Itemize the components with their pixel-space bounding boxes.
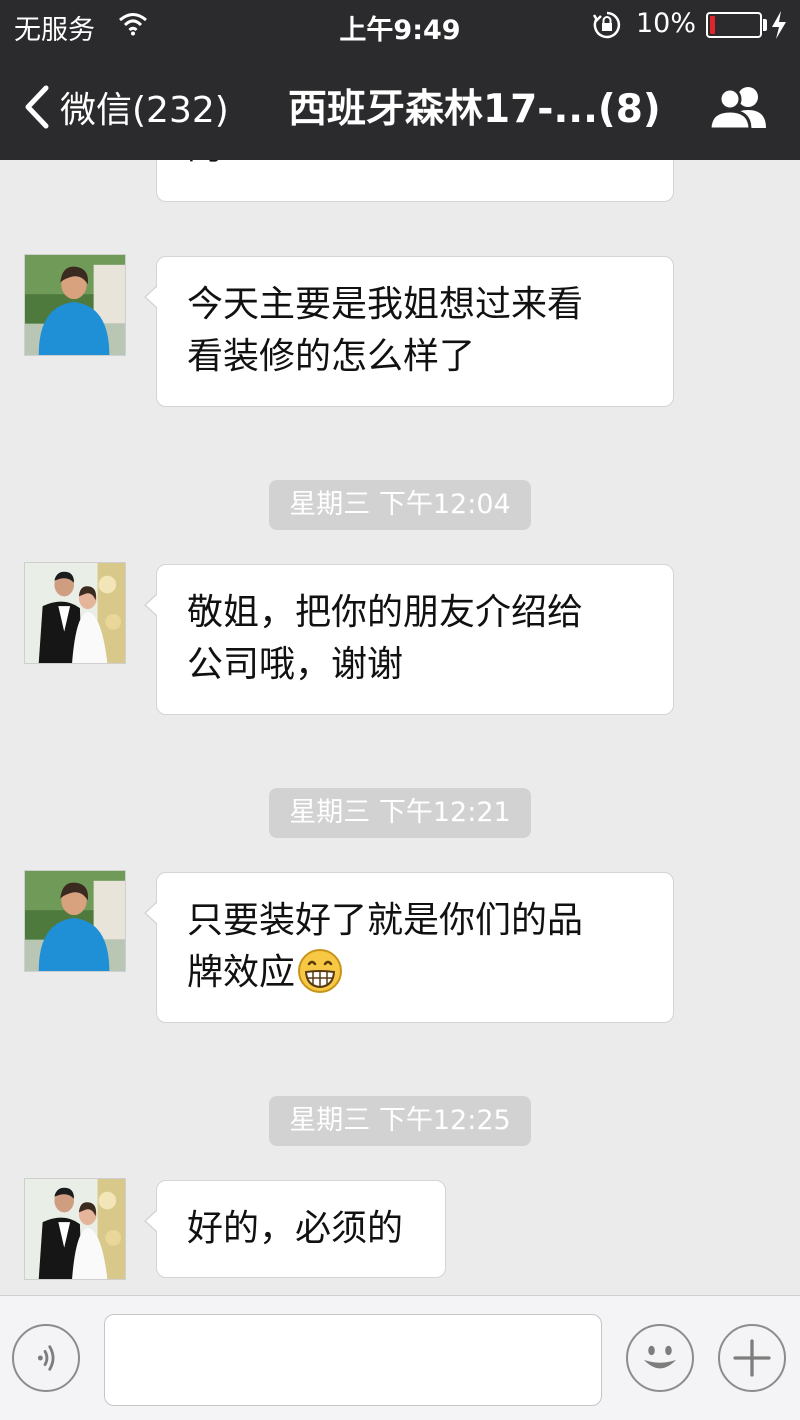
grinning-face-icon — [297, 948, 343, 994]
avatar[interactable] — [24, 1178, 126, 1280]
input-bar — [0, 1295, 800, 1420]
back-label: 微信(232) — [60, 90, 229, 131]
message-input[interactable] — [104, 1314, 602, 1406]
chevron-left-icon — [25, 85, 49, 129]
nav-bar: 微信(232) 西班牙森林17-...(8) — [0, 52, 800, 160]
message-bubble[interactable]: 好的，必须的 — [144, 1180, 446, 1278]
avatar[interactable] — [24, 562, 126, 664]
message-text-line: 敬姐，把你的朋友介绍给 — [187, 592, 584, 633]
message-text-line: 看装修的怎么样了 — [187, 336, 476, 377]
message-bubble[interactable]: 的 — [156, 160, 674, 202]
timestamp: 星期三 下午12:25 — [269, 1096, 531, 1146]
message-bubble[interactable]: 敬姐，把你的朋友介绍给 公司哦，谢谢 — [144, 564, 674, 715]
battery-nub — [763, 19, 767, 31]
plus-icon[interactable] — [718, 1324, 786, 1392]
battery-icon — [706, 12, 762, 38]
avatar[interactable] — [24, 254, 126, 356]
message-text-line: 今天主要是我姐想过来看 — [187, 284, 584, 325]
message-text-line: 公司哦，谢谢 — [187, 644, 404, 685]
charging-bolt-icon — [770, 10, 788, 40]
battery-level — [710, 16, 715, 34]
message-text: 的 — [187, 160, 223, 168]
avatar[interactable] — [24, 870, 126, 972]
battery-percent: 10% — [636, 8, 697, 39]
voice-icon[interactable] — [12, 1324, 80, 1392]
timestamp: 星期三 下午12:04 — [269, 480, 531, 530]
message-text-line: 只要装好了就是你们的品 — [187, 900, 584, 941]
emoji-icon[interactable] — [626, 1324, 694, 1392]
message-bubble[interactable]: 今天主要是我姐想过来看 看装修的怎么样了 — [144, 256, 674, 407]
status-bar: 无服务 上午9:49 10% — [0, 0, 800, 52]
message-text-line: 牌效应 — [187, 952, 296, 993]
message-text-line-wrap: 牌效应 — [187, 947, 645, 999]
group-members-icon[interactable] — [708, 84, 770, 131]
message-bubble[interactable]: 只要装好了就是你们的品 牌效应 — [144, 872, 674, 1023]
timestamp: 星期三 下午12:21 — [269, 788, 531, 838]
chat-area[interactable]: 的 今天主要是我姐想过来看 看装修的怎么样了 星期三 下午12:04 — [0, 160, 800, 1295]
chat-title: 西班牙森林17-...(8) — [288, 87, 661, 132]
message-text-line: 好的，必须的 — [187, 1208, 404, 1249]
rotation-lock-icon — [592, 10, 622, 40]
back-button[interactable]: 微信(232) — [22, 82, 229, 132]
